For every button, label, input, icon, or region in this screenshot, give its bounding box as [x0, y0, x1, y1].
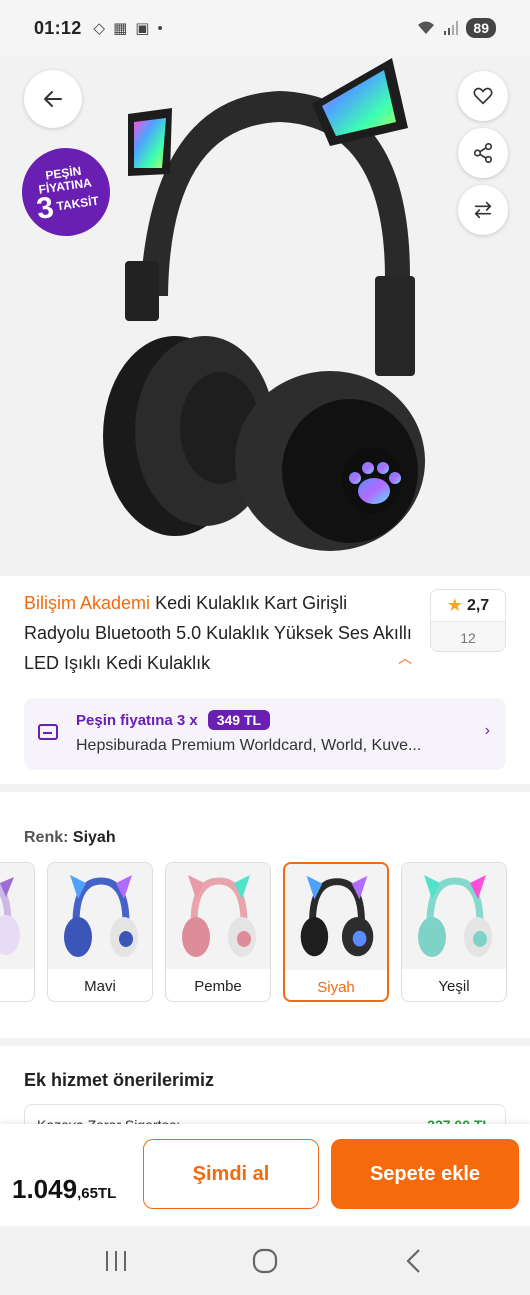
- color-swatch-yesil[interactable]: Yeşil: [401, 862, 507, 1002]
- color-swatch-pembe[interactable]: Pembe: [165, 862, 271, 1002]
- share-icon: [473, 143, 493, 163]
- notification-icon: ◇: [93, 20, 106, 37]
- color-label-value: Siyah: [72, 829, 116, 846]
- swatch-label: Yeşil: [438, 977, 470, 995]
- color-swatch-mavi[interactable]: Mavi: [47, 862, 153, 1002]
- swatch-image: [0, 863, 34, 969]
- chevron-left-icon: [406, 1249, 420, 1273]
- product-image-gallery[interactable]: PEŞİN FİYATINA 3 TAKSİT: [0, 56, 530, 576]
- swatch-image: [166, 863, 270, 969]
- product-title: Bilişim Akademi Kedi Kulaklık Kart Giriş…: [24, 588, 414, 678]
- favorite-button[interactable]: [458, 71, 508, 121]
- brand-link[interactable]: Bilişim Akademi: [24, 593, 150, 613]
- home-button[interactable]: [245, 1246, 285, 1276]
- price-main: 1.049: [12, 1174, 78, 1204]
- badge-line3: 3 TAKSİT: [35, 188, 100, 225]
- dot-icon: •: [157, 19, 163, 37]
- product-image: [103, 58, 425, 551]
- recent-apps-icon: [106, 1251, 126, 1271]
- badge-word: TAKSİT: [55, 193, 100, 213]
- installment-cards: Hepsiburada Premium Worldcard, World, Ku…: [76, 737, 422, 754]
- rating-value: 2,7: [466, 596, 490, 614]
- status-icons: ◇ ▦ ▣ •: [93, 19, 163, 38]
- swatch-image: [402, 863, 506, 969]
- installment-price: 349 TL: [207, 710, 271, 730]
- swatch-image: [285, 864, 387, 970]
- product-price: 1.049,65TL: [12, 1174, 116, 1205]
- calendar-icon: ▦: [113, 20, 128, 37]
- swap-icon: [474, 201, 492, 219]
- buy-now-button[interactable]: Şimdi al: [143, 1139, 319, 1209]
- recent-apps-button[interactable]: [96, 1246, 136, 1276]
- status-time: 01:12: [34, 17, 82, 38]
- price-fraction: ,65TL: [77, 1185, 117, 1202]
- swatch-label: Mavi: [84, 977, 116, 995]
- share-button[interactable]: [458, 128, 508, 178]
- chevron-up-icon[interactable]: ︿: [398, 648, 412, 668]
- swatch-label: Pembe: [194, 977, 242, 995]
- badge-number: 3: [34, 190, 56, 226]
- color-label-key: Renk:: [24, 829, 69, 846]
- color-swatches: Mavi Pembe Siyah Yeşil: [0, 862, 530, 1002]
- signal-icon: [444, 21, 459, 35]
- section-divider: [0, 784, 530, 792]
- star-icon: ★: [446, 595, 463, 615]
- product-info: Bilişim Akademi Kedi Kulaklık Kart Giriş…: [0, 576, 530, 686]
- color-swatch-lilac[interactable]: [0, 862, 35, 1002]
- section-divider: [0, 1038, 530, 1046]
- compare-button[interactable]: [458, 185, 508, 235]
- arrow-left-icon: [44, 91, 62, 107]
- package-icon: ▣: [135, 20, 150, 37]
- rating-score: ★ 2,7: [431, 590, 505, 621]
- status-bar: 01:12 ◇ ▦ ▣ • 89: [0, 0, 530, 56]
- credit-card-icon: [38, 724, 58, 740]
- home-icon: [252, 1248, 278, 1274]
- services-title: Ek hizmet önerilerimiz: [24, 1070, 215, 1090]
- color-swatch-siyah[interactable]: Siyah: [283, 862, 389, 1002]
- heart-icon: [473, 87, 493, 105]
- installment-label: Peşin fiyatına 3 x: [76, 711, 198, 729]
- swatch-label: [0, 969, 34, 1001]
- rating-box[interactable]: ★ 2,7 12: [430, 589, 506, 652]
- back-nav-button[interactable]: [393, 1246, 433, 1276]
- back-button[interactable]: [24, 70, 82, 128]
- color-label: Renk: Siyah: [24, 829, 116, 847]
- swatch-image: [48, 863, 152, 969]
- installment-banner[interactable]: Peşin fiyatına 3 x 349 TL Hepsiburada Pr…: [24, 698, 506, 770]
- add-to-cart-button[interactable]: Sepete ekle: [331, 1139, 519, 1209]
- installment-offer: Peşin fiyatına 3 x 349 TL: [76, 710, 271, 730]
- system-nav-bar: [0, 1226, 530, 1295]
- bottom-action-bar: 1.049,65TL Şimdi al Sepete ekle: [0, 1124, 530, 1226]
- status-right: 89: [416, 18, 496, 38]
- wifi-icon: [418, 21, 435, 34]
- swatch-label: Siyah: [317, 978, 355, 996]
- review-count: 12: [431, 621, 505, 651]
- chevron-right-icon: ›: [484, 722, 490, 739]
- battery-indicator: 89: [466, 18, 496, 38]
